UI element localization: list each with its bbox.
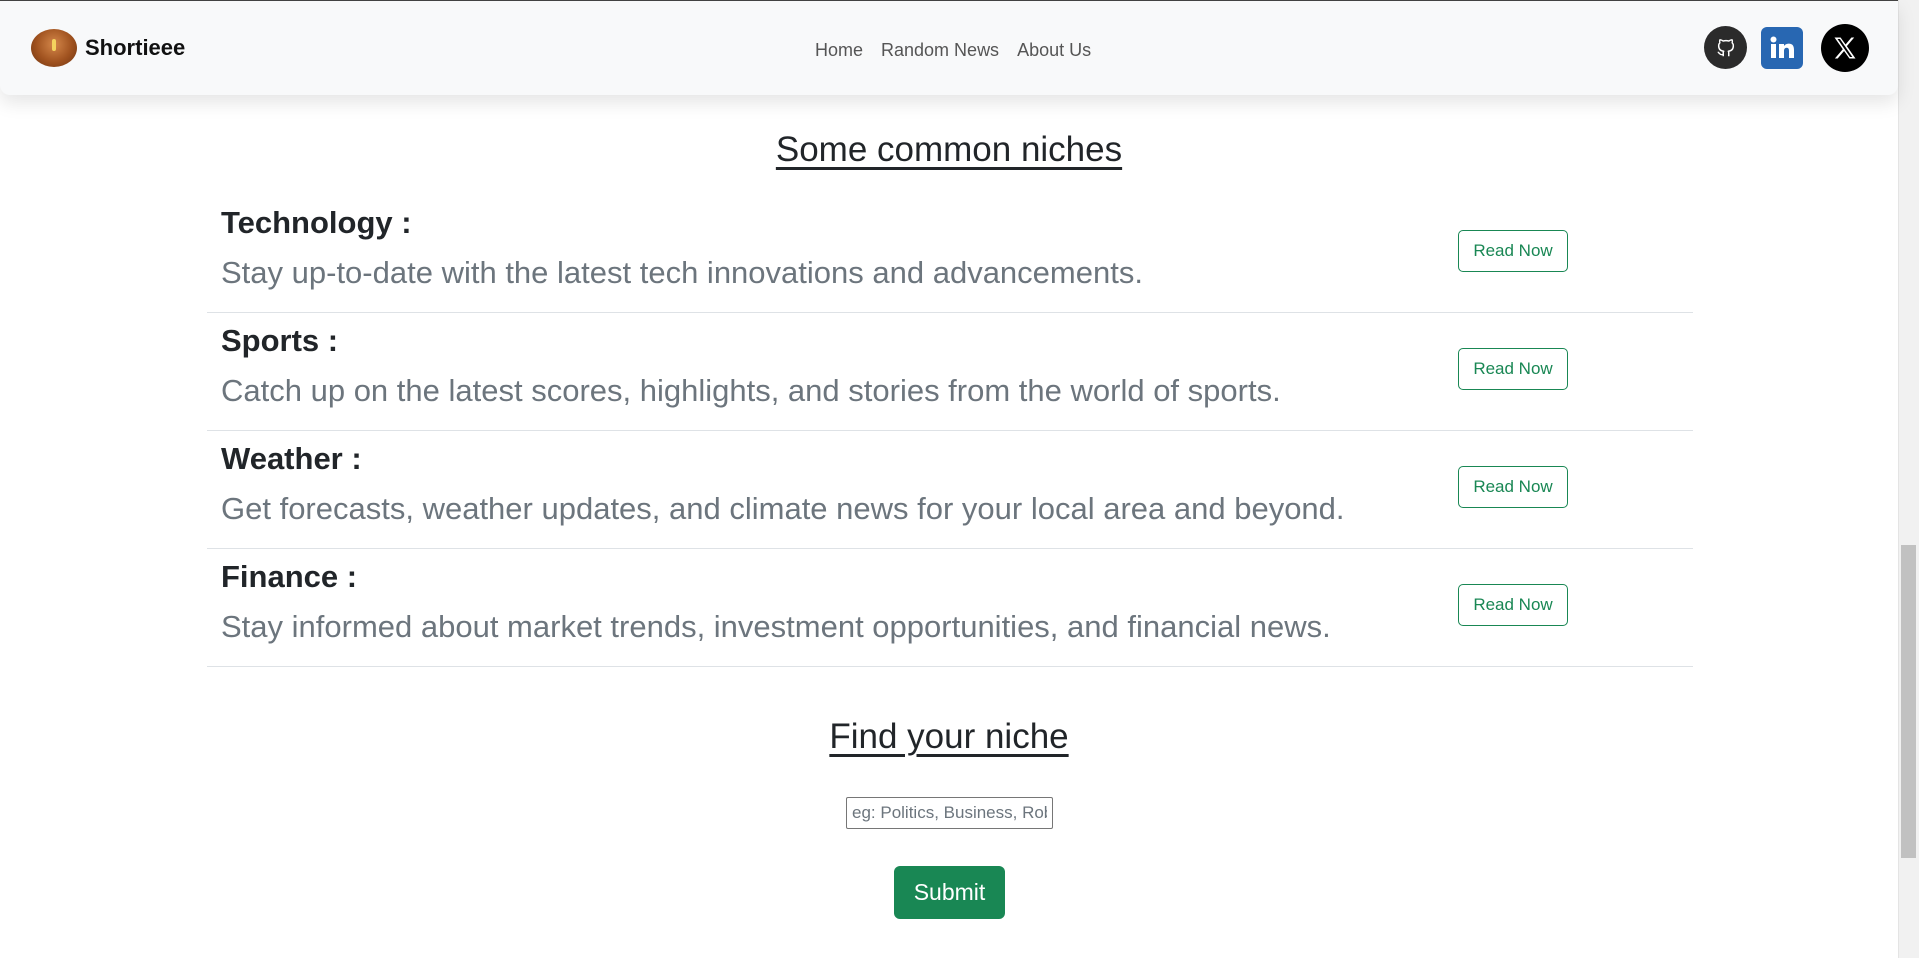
nav-link-about-us[interactable]: About Us bbox=[1017, 40, 1091, 61]
linkedin-icon[interactable] bbox=[1761, 27, 1803, 69]
niche-list: Technology : Stay up-to-date with the la… bbox=[207, 195, 1693, 667]
niche-name: Finance : bbox=[221, 559, 358, 594]
brand-logo bbox=[31, 29, 77, 67]
scrollbar-thumb[interactable] bbox=[1901, 545, 1916, 858]
brand-name: Shortieee bbox=[85, 35, 186, 60]
niche-description: Get forecasts, weather updates, and clim… bbox=[221, 491, 1345, 526]
niche-name: Technology : bbox=[221, 205, 412, 240]
niche-name: Sports : bbox=[221, 323, 339, 358]
niche-item-sports: Sports : Catch up on the latest scores, … bbox=[207, 313, 1693, 431]
niche-description: Stay informed about market trends, inves… bbox=[221, 609, 1331, 644]
read-now-button-technology[interactable]: Read Now bbox=[1458, 230, 1568, 272]
navbar: Shortieee Home Random News About Us bbox=[0, 1, 1898, 95]
github-icon[interactable] bbox=[1704, 26, 1747, 69]
read-now-button-sports[interactable]: Read Now bbox=[1458, 348, 1568, 390]
read-now-button-weather[interactable]: Read Now bbox=[1458, 466, 1568, 508]
niche-item-finance: Finance : Stay informed about market tre… bbox=[207, 549, 1693, 667]
page: Shortieee Home Random News About Us Some… bbox=[0, 0, 1919, 958]
niche-item-weather: Weather : Get forecasts, weather updates… bbox=[207, 431, 1693, 549]
nav-links: Home Random News About Us bbox=[815, 40, 1091, 61]
niche-description: Stay up-to-date with the latest tech inn… bbox=[221, 255, 1143, 290]
nav-link-home[interactable]: Home bbox=[815, 40, 863, 61]
niche-description: Catch up on the latest scores, highlight… bbox=[221, 373, 1281, 408]
niche-name: Weather : bbox=[221, 441, 362, 476]
section-title-common-niches: Some common niches bbox=[775, 130, 1123, 169]
niche-item-technology: Technology : Stay up-to-date with the la… bbox=[207, 195, 1693, 313]
submit-button[interactable]: Submit bbox=[894, 866, 1005, 919]
niche-search-input[interactable] bbox=[846, 797, 1053, 829]
nav-link-random-news[interactable]: Random News bbox=[881, 40, 999, 61]
read-now-button-finance[interactable]: Read Now bbox=[1458, 584, 1568, 626]
brand-link[interactable]: Shortieee bbox=[31, 29, 185, 67]
section-title-find-niche: Find your niche bbox=[829, 717, 1069, 756]
x-icon[interactable] bbox=[1821, 24, 1869, 72]
